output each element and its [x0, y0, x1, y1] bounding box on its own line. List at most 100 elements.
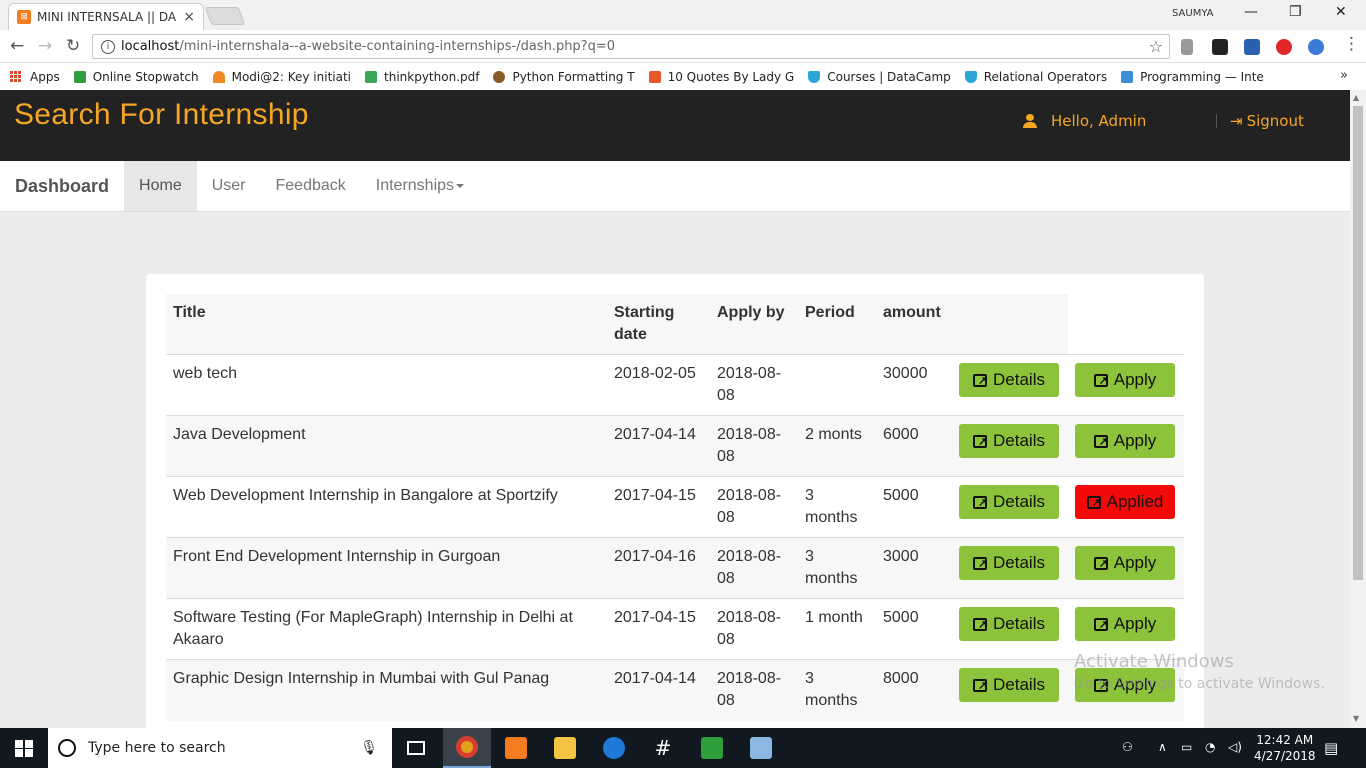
volume-icon[interactable]: ◁) [1228, 740, 1242, 754]
bookmark-item[interactable]: Modi@2: Key initiati [212, 69, 352, 84]
paint-icon[interactable] [737, 728, 785, 768]
menu-icon[interactable]: ⋮ [1343, 34, 1360, 54]
cell-details: Details [952, 659, 1068, 721]
cell-apply-by: 2018-08-08 [710, 598, 798, 660]
task-view-icon[interactable] [392, 728, 440, 768]
action-center-icon[interactable]: ▤ [1324, 739, 1338, 757]
table-header-row: Title Starting date Apply by Period amou… [166, 294, 1184, 355]
nav-brand-dashboard[interactable]: Dashboard [0, 161, 124, 211]
bookmark-label: Modi@2: Key initiati [231, 69, 352, 84]
bookmark-item[interactable]: 10 Quotes By Lady G [648, 69, 795, 84]
scrollbar-thumb[interactable] [1353, 106, 1363, 580]
details-label: Details [993, 370, 1045, 389]
details-button[interactable]: Details [959, 485, 1059, 519]
cell-start-date: 2018-02-05 [607, 354, 710, 416]
site-header: Search For Internship Hello, Admin ⇥ Sig… [0, 90, 1350, 161]
user-greeting[interactable]: Hello, Admin [1023, 112, 1146, 130]
show-hidden-icons[interactable]: ∧ [1158, 740, 1167, 754]
table-row: Web Development Internship in Bangalore … [166, 476, 1184, 538]
windows-start-icon[interactable] [15, 740, 33, 757]
cell-amount: 5000 [876, 598, 952, 660]
browser-toolbar: ← → ↻ i localhost/mini-internshala--a-we… [0, 30, 1366, 63]
cell-details: Details [952, 598, 1068, 660]
slack-icon[interactable]: # [639, 728, 687, 768]
address-bar[interactable]: i localhost/mini-internshala--a-website-… [92, 34, 1170, 59]
cell-title: Web Development Internship in Bangalore … [166, 476, 607, 538]
taskbar-clock[interactable]: 12:42 AM 4/27/2018 [1254, 732, 1316, 764]
microphone-icon[interactable]: 🎙 [360, 740, 378, 756]
clock-time: 12:42 AM [1256, 733, 1314, 747]
extension-icon[interactable] [1212, 39, 1228, 55]
new-tab-button[interactable] [204, 7, 246, 25]
people-icon[interactable]: ⚇ [1122, 740, 1133, 754]
scroll-down-icon[interactable]: ▼ [1353, 714, 1359, 723]
edge-icon[interactable] [590, 728, 638, 768]
bookmark-label: Relational Operators [983, 69, 1108, 84]
browser-tab[interactable]: ⊠ MINI INTERNSALA || DAS × [8, 3, 204, 30]
details-button[interactable]: Details [959, 363, 1059, 397]
cell-period: 3 months [798, 476, 876, 538]
close-tab-icon[interactable]: × [183, 9, 195, 25]
extension-icon[interactable] [1181, 39, 1193, 55]
applied-button[interactable]: Applied [1075, 485, 1175, 519]
xampp-taskbar-icon[interactable] [492, 728, 540, 768]
nav-home[interactable]: Home [124, 161, 197, 211]
page-viewport: Search For Internship Hello, Admin ⇥ Sig… [0, 90, 1350, 728]
cell-amount: 30000 [876, 354, 952, 416]
site-brand[interactable]: Search For Internship [14, 98, 309, 132]
bookmark-item[interactable]: Programming — Inte [1121, 70, 1264, 84]
bookmark-label: Programming — Inte [1140, 69, 1264, 84]
opera-icon[interactable] [1276, 39, 1292, 55]
bookmark-item[interactable]: Online Stopwatch [73, 70, 199, 84]
extension-icon[interactable] [1308, 39, 1324, 55]
close-window-icon[interactable]: ✕ [1335, 4, 1347, 20]
signout-link[interactable]: ⇥ Signout [1230, 112, 1304, 130]
shield-icon [808, 70, 821, 83]
nav-internships-dropdown[interactable]: Internships [361, 161, 479, 211]
apply-button[interactable]: Apply [1075, 363, 1175, 397]
chrome-taskbar-icon[interactable] [443, 728, 491, 768]
forward-icon[interactable]: → [38, 36, 52, 56]
details-button[interactable]: Details [959, 668, 1059, 702]
nav-user[interactable]: User [197, 161, 261, 211]
file-explorer-icon[interactable] [541, 728, 589, 768]
info-icon[interactable]: i [101, 39, 115, 54]
bookmark-apps[interactable]: Apps [10, 70, 60, 84]
back-icon[interactable]: ← [10, 36, 24, 56]
apply-button[interactable]: Apply [1075, 607, 1175, 641]
nav-feedback[interactable]: Feedback [261, 161, 361, 211]
cell-details: Details [952, 354, 1068, 416]
battery-icon[interactable]: ▭ [1181, 740, 1192, 754]
bookmark-item[interactable]: thinkpython.pdf [365, 70, 479, 84]
cell-start-date: 2017-04-14 [607, 659, 710, 721]
bookmark-item[interactable]: Courses | DataCamp [808, 70, 951, 84]
spreadsheet-icon[interactable] [688, 728, 736, 768]
bookmark-extension-icon[interactable] [1244, 39, 1260, 55]
cell-apply: Apply [1068, 354, 1184, 416]
cell-title: Software Testing (For MapleGraph) Intern… [166, 598, 607, 660]
details-button[interactable]: Details [959, 607, 1059, 641]
page-scrollbar[interactable]: ▲ ▼ [1350, 90, 1366, 728]
profile-name[interactable]: SAUMYA [1172, 8, 1214, 19]
activation-watermark-text: Go to Settings to activate Windows. [1074, 676, 1325, 692]
more-bookmarks-icon[interactable]: » [1340, 68, 1348, 83]
apply-button[interactable]: Apply [1075, 546, 1175, 580]
wifi-icon[interactable]: ◔ [1205, 740, 1215, 754]
bookmark-label: 10 Quotes By Lady G [667, 69, 795, 84]
logout-icon: ⇥ [1230, 112, 1243, 130]
scroll-up-icon[interactable]: ▲ [1353, 93, 1359, 102]
cell-apply-by: 2018-08-08 [710, 659, 798, 721]
details-button[interactable]: Details [959, 546, 1059, 580]
apply-button[interactable]: Apply [1075, 424, 1175, 458]
taskbar-search[interactable]: Type here to search 🎙 [48, 728, 392, 768]
cell-period [798, 354, 876, 416]
bookmark-item[interactable]: Relational Operators [964, 69, 1108, 84]
external-link-icon [973, 553, 987, 575]
minimize-icon[interactable]: — [1244, 4, 1258, 20]
details-button[interactable]: Details [959, 424, 1059, 458]
bookmark-star-icon[interactable]: ☆ [1149, 37, 1163, 56]
bookmark-item[interactable]: Python Formatting T [493, 70, 635, 84]
external-link-icon [1093, 431, 1108, 453]
restore-icon[interactable]: ❐ [1289, 4, 1302, 20]
reload-icon[interactable]: ↻ [66, 36, 80, 56]
